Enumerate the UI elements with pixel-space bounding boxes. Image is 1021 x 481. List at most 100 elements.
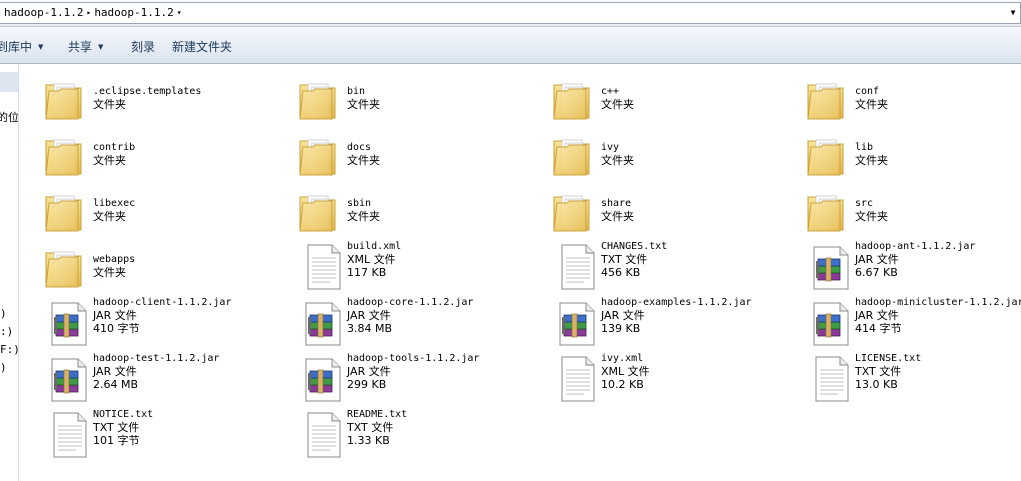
item-name: bin [347,86,366,97]
item-text: hadoop-examples-1.1.2.jar JAR 文件 139 KB [601,296,752,335]
folder-item[interactable]: sbin 文件夹 [296,181,546,233]
item-type: JAR 文件 [347,309,391,322]
item-size: 13.0 KB [855,378,898,391]
item-text: libexec 文件夹 [93,197,135,223]
burn-button[interactable]: 刻录 [131,38,155,55]
archive-icon [808,243,856,291]
breadcrumb-item[interactable]: hadoop-1.1.2 [94,3,173,23]
folder-icon [804,187,852,235]
archive-icon [554,299,602,347]
item-text: hadoop-minicluster-1.1.2.jar JAR 文件 414 字节 [855,296,1021,335]
include-in-library-button[interactable]: 包含到库中 ▼ [0,38,43,55]
item-type: 文件夹 [347,154,380,167]
item-type: JAR 文件 [855,309,899,322]
breadcrumb[interactable]: hadoop-1.1.2 ▸ hadoop-1.1.2 ▾ ▼ [0,2,1021,24]
file-item[interactable]: build.xml XML 文件 117 KB [296,237,546,290]
item-text: hadoop-tools-1.1.2.jar JAR 文件 299 KB [347,352,479,391]
nav-item-label[interactable]: ) [0,307,7,320]
item-type: JAR 文件 [347,365,391,378]
folder-item[interactable]: libexec 文件夹 [42,181,292,233]
item-text: docs 文件夹 [347,141,380,167]
item-name: hadoop-examples-1.1.2.jar [601,297,752,308]
file-item[interactable]: CHANGES.txt TXT 文件 456 KB [550,237,800,290]
item-name: hadoop-test-1.1.2.jar [93,353,220,364]
item-size: 299 KB [347,378,387,391]
archive-icon [300,355,348,403]
item-type: 文件夹 [93,266,126,279]
file-item[interactable]: ivy.xml XML 文件 10.2 KB [550,349,800,403]
file-item[interactable]: hadoop-tools-1.1.2.jar JAR 文件 299 KB [296,349,546,403]
item-size: 1.33 KB [347,434,390,447]
file-item[interactable]: LICENSE.txt TXT 文件 13.0 KB [804,349,1021,402]
item-name: c++ [601,86,620,97]
archive-icon [46,355,94,403]
file-item[interactable]: hadoop-core-1.1.2.jar JAR 文件 3.84 MB [296,293,546,346]
chevron-right-icon[interactable]: ▸ [83,3,94,23]
item-name: LICENSE.txt [855,353,922,364]
item-text: LICENSE.txt TXT 文件 13.0 KB [855,352,921,391]
item-type: JAR 文件 [93,365,137,378]
address-dropdown-icon[interactable]: ▼ [1006,3,1020,23]
item-text: hadoop-client-1.1.2.jar JAR 文件 410 字节 [93,296,231,335]
share-button[interactable]: 共享 ▼ [68,38,103,55]
item-type: 文件夹 [601,154,634,167]
file-item[interactable]: hadoop-ant-1.1.2.jar JAR 文件 6.67 KB [804,237,1021,291]
item-name: NOTICE.txt [93,409,154,420]
item-text: sbin 文件夹 [347,197,380,223]
folder-item[interactable]: src 文件夹 [804,181,1021,233]
file-item[interactable]: hadoop-client-1.1.2.jar JAR 文件 410 字节 [42,293,292,347]
file-item[interactable]: README.txt TXT 文件 1.33 KB [296,405,546,458]
nav-item-label[interactable]: 的位 [0,109,18,125]
folder-item[interactable]: lib 文件夹 [804,125,1021,177]
item-text: NOTICE.txt TXT 文件 101 字节 [93,408,153,447]
folder-icon [550,75,598,123]
folder-icon [42,131,90,179]
item-text: conf 文件夹 [855,85,888,111]
item-type: 文件夹 [601,98,634,111]
item-text: hadoop-ant-1.1.2.jar JAR 文件 6.67 KB [855,240,975,279]
nav-item-label[interactable]: F:) [0,343,18,356]
item-name: build.xml [347,241,402,252]
item-type: JAR 文件 [601,309,645,322]
file-item[interactable]: hadoop-test-1.1.2.jar JAR 文件 2.64 MB [42,349,292,403]
folder-item[interactable]: .eclipse.templates 文件夹 [42,69,292,121]
item-text: bin 文件夹 [347,85,380,111]
nav-section-header[interactable] [0,72,18,92]
navigation-pane[interactable]: 的位 ) :) F:) ) [0,65,19,481]
file-item[interactable]: hadoop-examples-1.1.2.jar JAR 文件 139 KB [550,293,800,347]
breadcrumb-item[interactable]: hadoop-1.1.2 [0,3,83,23]
document-icon [554,355,602,403]
item-name: ivy.xml [601,353,644,364]
item-type: 文件夹 [855,210,888,223]
item-name: contrib [93,142,136,153]
item-type: JAR 文件 [93,309,137,322]
item-size: 10.2 KB [601,378,644,391]
archive-icon [46,299,94,347]
folder-item[interactable]: c++ 文件夹 [550,69,800,121]
address-bar: hadoop-1.1.2 ▸ hadoop-1.1.2 ▾ ▼ [0,0,1021,27]
file-item[interactable]: hadoop-minicluster-1.1.2.jar JAR 文件 414 字节 [804,293,1021,346]
folder-item[interactable]: share 文件夹 [550,181,800,233]
folder-icon [550,131,598,179]
item-name: hadoop-minicluster-1.1.2.jar [855,297,1021,308]
new-folder-button[interactable]: 新建文件夹 [172,38,232,55]
file-item[interactable]: NOTICE.txt TXT 文件 101 字节 [42,405,292,458]
folder-icon [804,75,852,123]
nav-item-label[interactable]: ) [0,361,7,374]
folder-item[interactable]: bin 文件夹 [296,69,546,121]
item-text: build.xml XML 文件 117 KB [347,240,401,279]
item-name: .eclipse.templates [93,86,202,97]
folder-item[interactable]: webapps 文件夹 [42,237,292,289]
item-size: 3.84 MB [347,322,393,335]
item-type: 文件夹 [93,154,126,167]
folder-item[interactable]: docs 文件夹 [296,125,546,177]
item-text: README.txt TXT 文件 1.33 KB [347,408,407,447]
folder-item[interactable]: ivy 文件夹 [550,125,800,177]
folder-item[interactable]: contrib 文件夹 [42,125,292,177]
item-text: share 文件夹 [601,197,634,223]
chevron-down-icon[interactable]: ▾ [174,3,185,23]
nav-item-label[interactable]: :) [0,325,13,338]
folder-icon [296,75,344,123]
item-name: hadoop-client-1.1.2.jar [93,297,232,308]
folder-item[interactable]: conf 文件夹 [804,69,1021,121]
